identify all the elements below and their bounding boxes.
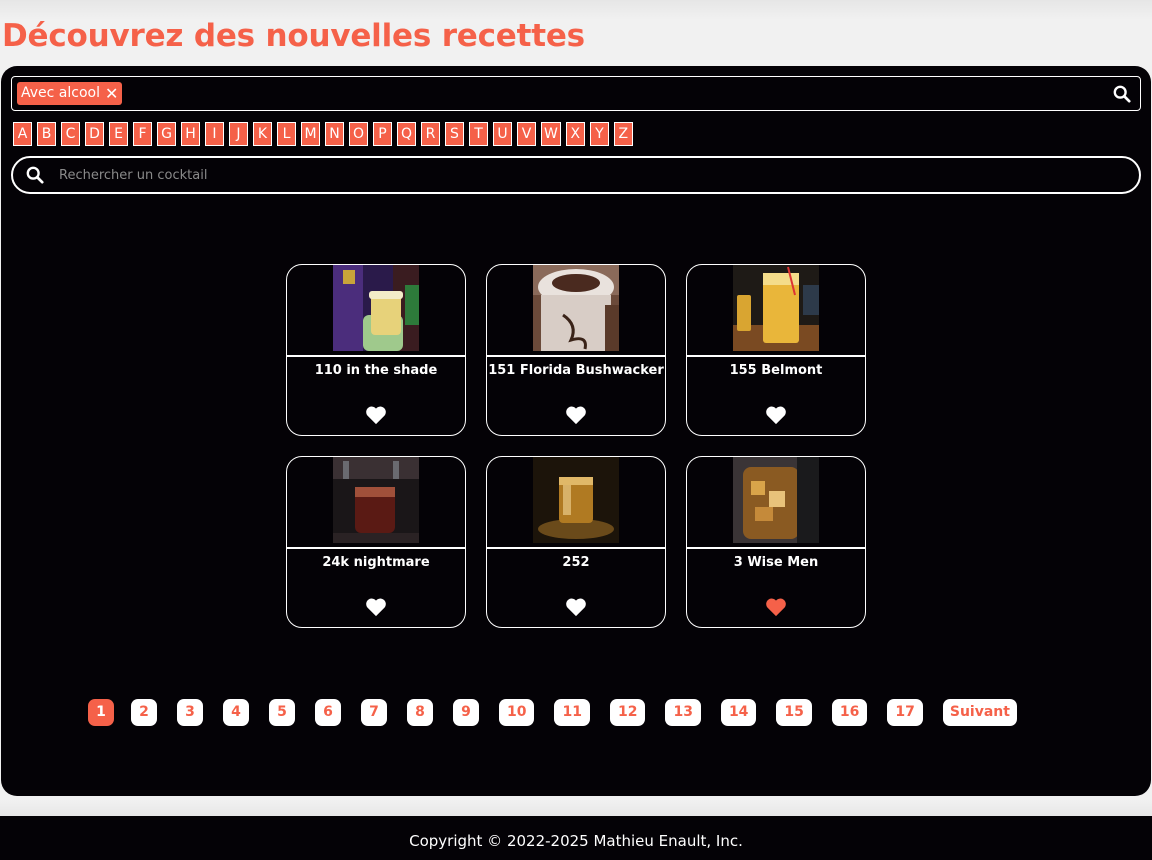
heart-icon[interactable]	[765, 405, 787, 425]
cocktail-grid: 110 in the shade 151 Florida Bushwacker	[286, 264, 866, 628]
filter-tag: Avec alcool ✕	[17, 82, 123, 105]
letter-filter-c[interactable]: C	[61, 122, 80, 146]
heart-icon[interactable]	[365, 597, 387, 617]
page-button-7[interactable]: 7	[361, 699, 387, 726]
letter-filter-z[interactable]: Z	[613, 122, 633, 146]
letter-filter-o[interactable]: O	[349, 122, 368, 146]
letter-filter-m[interactable]: M	[301, 122, 320, 146]
search-icon[interactable]	[1113, 85, 1131, 103]
cocktail-image	[733, 457, 819, 543]
page-button-1[interactable]: 1	[88, 699, 114, 726]
cocktail-image	[333, 457, 419, 543]
letter-filter-l[interactable]: L	[277, 122, 296, 146]
page-button-15[interactable]: 15	[776, 699, 812, 726]
cocktail-card[interactable]: 155 Belmont	[686, 264, 866, 436]
page-button-4[interactable]: 4	[223, 699, 249, 726]
page-button-11[interactable]: 11	[554, 699, 590, 726]
close-icon[interactable]: ✕	[105, 85, 118, 102]
page-button-9[interactable]: 9	[453, 699, 479, 726]
cocktail-card[interactable]: 151 Florida Bushwacker	[486, 264, 666, 436]
cocktail-name: 151 Florida Bushwacker	[488, 363, 664, 378]
search-icon	[26, 166, 44, 184]
tag-filter-bar[interactable]: Avec alcool ✕	[11, 76, 1141, 111]
cocktail-image	[533, 265, 619, 351]
page-button-2[interactable]: 2	[131, 699, 157, 726]
letter-filter-i[interactable]: I	[205, 122, 224, 146]
cocktail-image	[533, 457, 619, 543]
card-divider	[287, 547, 465, 549]
letter-filter-s[interactable]: S	[445, 122, 464, 146]
letter-filter-h[interactable]: H	[181, 122, 200, 146]
cocktail-card[interactable]: 3 Wise Men	[686, 456, 866, 628]
letter-filter-g[interactable]: G	[157, 122, 176, 146]
letter-filter-t[interactable]: T	[469, 122, 488, 146]
card-divider	[487, 547, 665, 549]
page-button-10[interactable]: 10	[499, 699, 535, 726]
card-divider	[287, 355, 465, 357]
letter-filter-f[interactable]: F	[133, 122, 152, 146]
card-divider	[687, 355, 865, 357]
letter-filter-y[interactable]: Y	[589, 122, 609, 146]
recipes-panel: Avec alcool ✕ ABCDEFGHIJKLMNOPQRSTUVWXYZ	[1, 66, 1151, 796]
cocktail-card[interactable]: 110 in the shade	[286, 264, 466, 436]
cocktail-name: 155 Belmont	[729, 363, 823, 378]
letter-filter-k[interactable]: K	[253, 122, 272, 146]
search-input[interactable]	[59, 162, 1119, 188]
heart-icon[interactable]	[565, 597, 587, 617]
card-divider	[687, 547, 865, 549]
letter-filter-d[interactable]: D	[85, 122, 104, 146]
letter-filter-n[interactable]: N	[325, 122, 344, 146]
alphabet-filter: ABCDEFGHIJKLMNOPQRSTUVWXYZ	[13, 122, 633, 146]
page-button-3[interactable]: 3	[177, 699, 203, 726]
cocktail-name: 3 Wise Men	[733, 555, 819, 570]
page-button-12[interactable]: 12	[609, 699, 646, 726]
letter-filter-x[interactable]: X	[565, 122, 585, 146]
page-button-16[interactable]: 16	[831, 699, 868, 726]
letter-filter-w[interactable]: W	[541, 122, 561, 146]
cocktail-image	[333, 265, 419, 351]
footer: Copyright © 2022-2025 Mathieu Enault, In…	[0, 816, 1152, 860]
cocktail-name: 110 in the shade	[314, 363, 438, 378]
filter-tag-label: Avec alcool	[21, 85, 100, 101]
cocktail-image	[733, 265, 819, 351]
page-button-14[interactable]: 14	[720, 699, 757, 726]
copyright-text: Copyright © 2022-2025 Mathieu Enault, In…	[409, 832, 743, 850]
cocktail-card[interactable]: 24k nightmare	[286, 456, 466, 628]
page-button-6[interactable]: 6	[315, 699, 341, 726]
pagination: 1 2 3 4 5 6 7 8 9 10 11 12 13 14 15 16 17 Suivant	[88, 699, 1017, 726]
letter-filter-j[interactable]: J	[229, 122, 248, 146]
heart-icon[interactable]	[365, 405, 387, 425]
heart-icon[interactable]	[765, 597, 787, 617]
letter-filter-a[interactable]: A	[13, 122, 32, 146]
letter-filter-u[interactable]: U	[493, 122, 512, 146]
page-button-13[interactable]: 13	[665, 699, 701, 726]
heart-icon[interactable]	[565, 405, 587, 425]
next-page-button[interactable]: Suivant	[942, 699, 1017, 726]
cocktail-name: 24k nightmare	[322, 555, 430, 570]
letter-filter-e[interactable]: E	[109, 122, 128, 146]
cocktail-card[interactable]: 252	[486, 456, 666, 628]
letter-filter-p[interactable]: P	[373, 122, 392, 146]
page-button-17[interactable]: 17	[887, 699, 923, 726]
letter-filter-r[interactable]: R	[421, 122, 440, 146]
page-button-8[interactable]: 8	[407, 699, 433, 726]
letter-filter-b[interactable]: B	[37, 122, 56, 146]
letter-filter-q[interactable]: Q	[397, 122, 416, 146]
letter-filter-v[interactable]: V	[517, 122, 536, 146]
card-divider	[487, 355, 665, 357]
cocktail-name: 252	[562, 555, 590, 570]
page-title: Découvrez des nouvelles recettes	[2, 18, 585, 54]
cocktail-search-box	[11, 156, 1141, 194]
page-button-5[interactable]: 5	[269, 699, 295, 726]
